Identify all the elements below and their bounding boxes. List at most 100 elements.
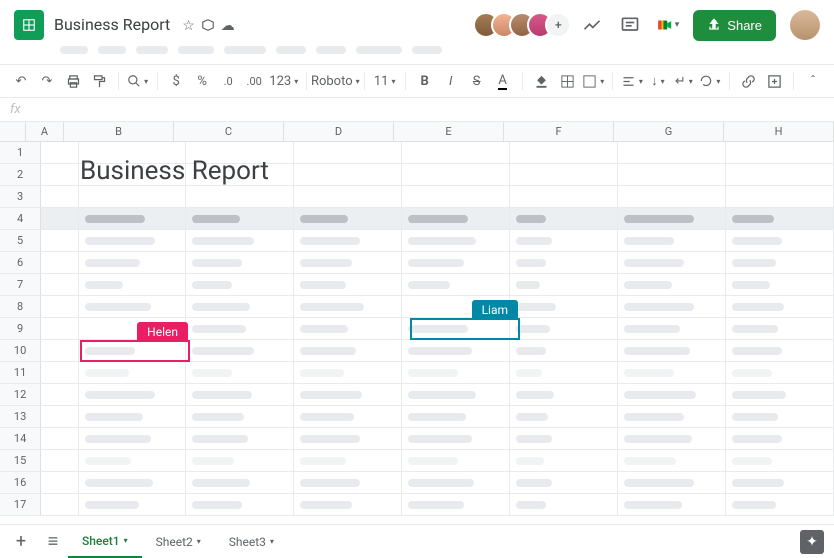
- formula-bar[interactable]: fx: [0, 98, 834, 122]
- cell[interactable]: [79, 384, 187, 405]
- col-header[interactable]: G: [614, 122, 724, 141]
- cell[interactable]: [186, 494, 294, 515]
- cell[interactable]: [726, 428, 834, 449]
- cell[interactable]: [402, 296, 510, 317]
- row-header[interactable]: 3: [0, 186, 41, 207]
- cell[interactable]: [186, 450, 294, 471]
- row-header[interactable]: 12: [0, 384, 41, 405]
- cell[interactable]: [510, 472, 618, 493]
- cell[interactable]: [402, 142, 510, 163]
- v-align-icon[interactable]: ↓: [647, 69, 669, 93]
- meet-icon[interactable]: ▾: [657, 14, 679, 36]
- insert-chart-icon[interactable]: [763, 69, 785, 93]
- cell[interactable]: [510, 362, 618, 383]
- cell[interactable]: [79, 296, 187, 317]
- cell[interactable]: [41, 296, 78, 317]
- cell[interactable]: [402, 472, 510, 493]
- cell[interactable]: [726, 230, 834, 251]
- cell[interactable]: [618, 406, 726, 427]
- cell[interactable]: [294, 450, 402, 471]
- cell[interactable]: [402, 428, 510, 449]
- row-header[interactable]: 6: [0, 252, 41, 273]
- cell[interactable]: [186, 230, 294, 251]
- cell[interactable]: [41, 186, 78, 207]
- row-header[interactable]: 9: [0, 318, 41, 339]
- cell[interactable]: [402, 164, 510, 185]
- cell[interactable]: [726, 494, 834, 515]
- currency-icon[interactable]: $: [165, 69, 187, 93]
- cell[interactable]: [294, 384, 402, 405]
- cell[interactable]: [402, 252, 510, 273]
- sheet-tab[interactable]: Sheet2▾: [142, 527, 215, 557]
- cell[interactable]: [726, 472, 834, 493]
- cell[interactable]: [79, 362, 187, 383]
- bold-icon[interactable]: B: [414, 69, 436, 93]
- add-sheet-button[interactable]: +: [6, 527, 36, 557]
- cell[interactable]: [618, 450, 726, 471]
- row-header[interactable]: 14: [0, 428, 41, 449]
- cell[interactable]: [186, 318, 294, 339]
- cell[interactable]: [510, 208, 618, 229]
- cell[interactable]: [726, 384, 834, 405]
- cell[interactable]: [41, 230, 78, 251]
- cell[interactable]: [79, 186, 187, 207]
- cell[interactable]: [510, 164, 618, 185]
- print-icon[interactable]: [62, 69, 84, 93]
- row-header[interactable]: 17: [0, 494, 41, 515]
- row-header[interactable]: 16: [0, 472, 41, 493]
- cell[interactable]: [618, 362, 726, 383]
- cell[interactable]: [402, 186, 510, 207]
- h-align-icon[interactable]: [621, 69, 643, 93]
- cell[interactable]: [618, 340, 726, 361]
- cell[interactable]: [186, 186, 294, 207]
- cell[interactable]: [294, 340, 402, 361]
- sheet-tab[interactable]: Sheet3▾: [215, 527, 288, 557]
- zoom-dropdown[interactable]: [127, 69, 149, 93]
- cell[interactable]: [294, 186, 402, 207]
- italic-icon[interactable]: I: [440, 69, 462, 93]
- cell[interactable]: [41, 164, 78, 185]
- avatar-overflow[interactable]: +: [545, 12, 571, 38]
- cell[interactable]: [294, 318, 402, 339]
- cell[interactable]: [41, 252, 78, 273]
- cell[interactable]: [41, 384, 78, 405]
- cell[interactable]: [618, 384, 726, 405]
- link-icon[interactable]: [737, 69, 759, 93]
- row-header[interactable]: 1: [0, 142, 41, 163]
- cell[interactable]: [294, 296, 402, 317]
- cell[interactable]: [79, 274, 187, 295]
- decrease-decimal-icon[interactable]: .0: [217, 69, 239, 93]
- cell[interactable]: [618, 164, 726, 185]
- cell[interactable]: [726, 252, 834, 273]
- cell[interactable]: [402, 230, 510, 251]
- cell[interactable]: [618, 208, 726, 229]
- format-dropdown[interactable]: 123: [269, 69, 298, 93]
- cell[interactable]: [402, 208, 510, 229]
- menu-bar[interactable]: [0, 46, 834, 64]
- cell[interactable]: [510, 450, 618, 471]
- undo-icon[interactable]: ↶: [10, 69, 32, 93]
- row-header[interactable]: 15: [0, 450, 41, 471]
- cell[interactable]: [510, 186, 618, 207]
- cell[interactable]: [618, 252, 726, 273]
- redo-icon[interactable]: ↷: [36, 69, 58, 93]
- wrap-icon[interactable]: ↵: [673, 69, 695, 93]
- cell[interactable]: [79, 406, 187, 427]
- cell[interactable]: [41, 208, 78, 229]
- cell[interactable]: [186, 472, 294, 493]
- cell[interactable]: [294, 494, 402, 515]
- cell[interactable]: [41, 142, 78, 163]
- cell[interactable]: [294, 428, 402, 449]
- row-header[interactable]: 8: [0, 296, 41, 317]
- cell[interactable]: [294, 472, 402, 493]
- cell[interactable]: [79, 494, 187, 515]
- account-avatar[interactable]: [790, 10, 820, 40]
- cell[interactable]: [186, 252, 294, 273]
- cell[interactable]: [510, 494, 618, 515]
- cell[interactable]: [41, 472, 78, 493]
- grid-body[interactable]: 1234567891011121314151617 Business Repor…: [0, 142, 834, 516]
- cell[interactable]: [79, 472, 187, 493]
- increase-decimal-icon[interactable]: .00: [243, 69, 265, 93]
- cell[interactable]: [402, 274, 510, 295]
- cell[interactable]: [186, 406, 294, 427]
